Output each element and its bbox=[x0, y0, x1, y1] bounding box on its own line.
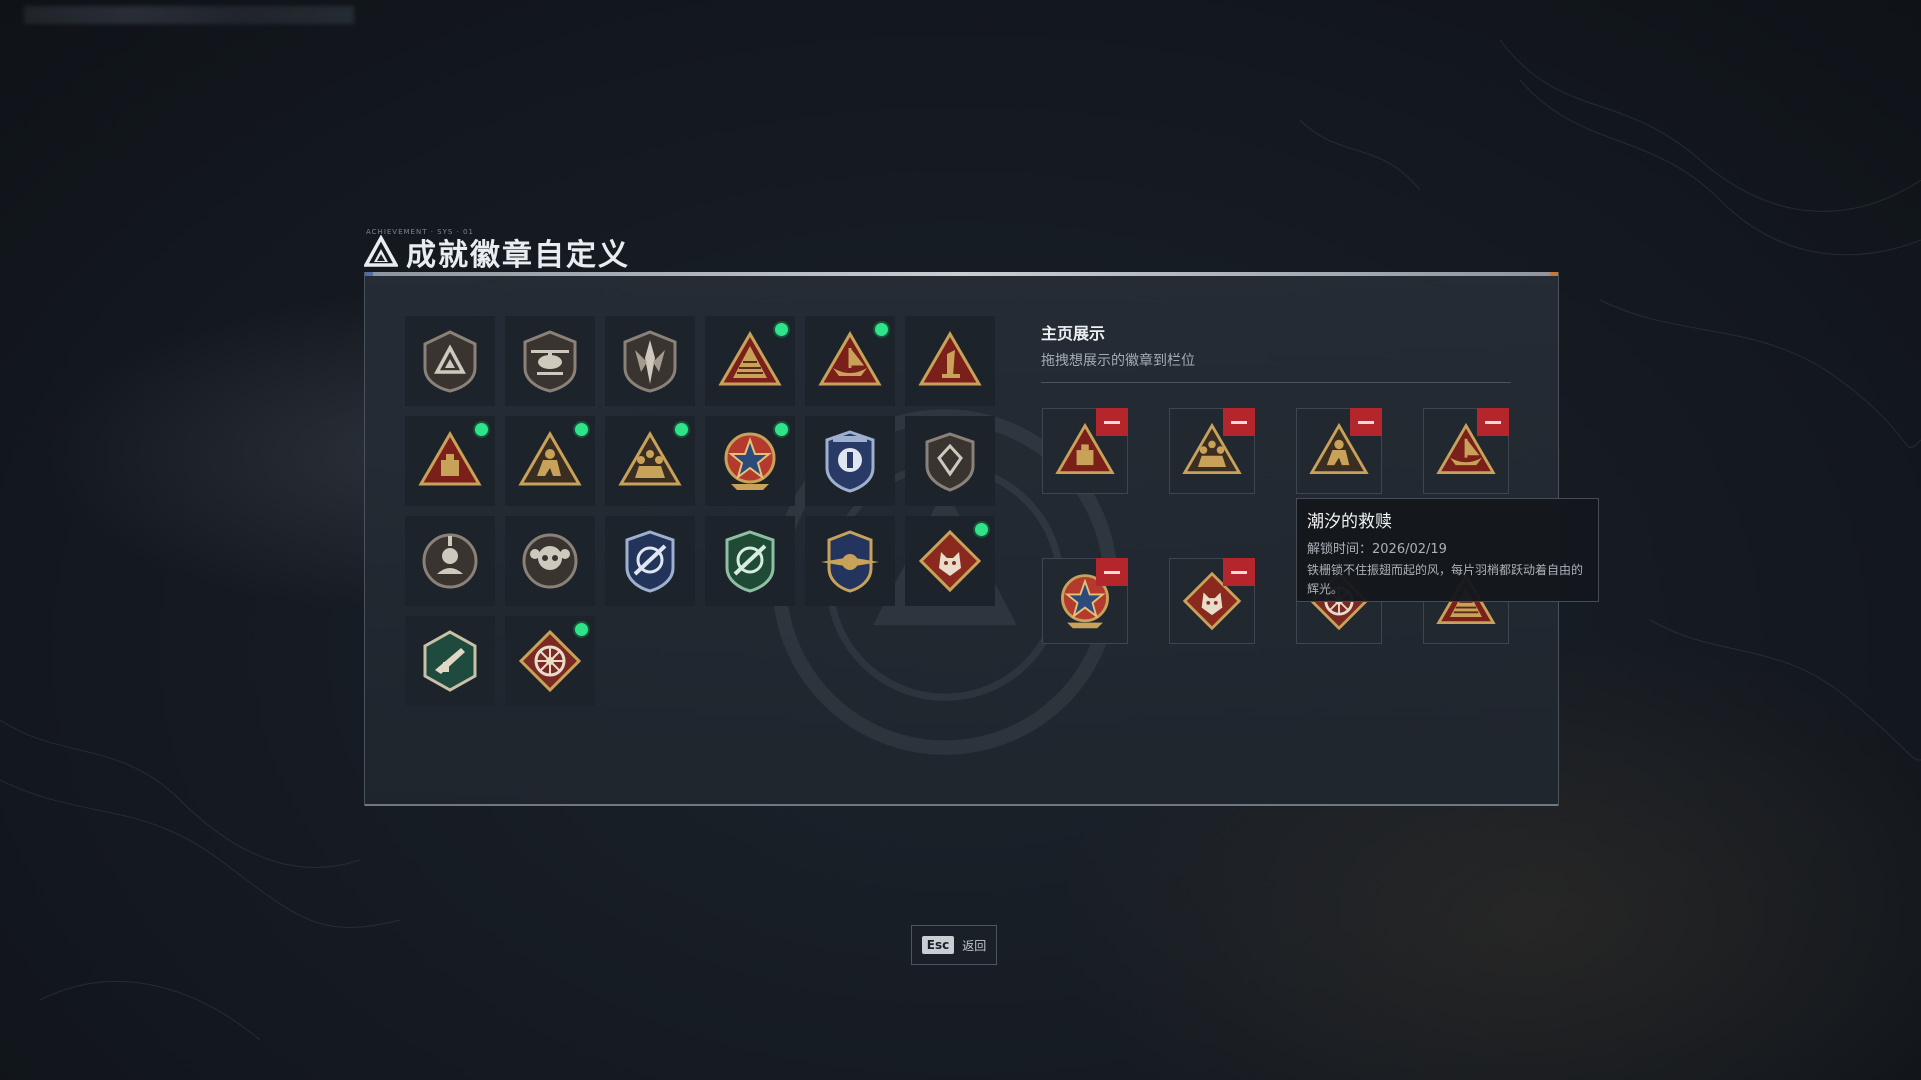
rifle-hexagon-icon bbox=[423, 630, 477, 692]
showcase-divider bbox=[1041, 382, 1511, 383]
minus-icon bbox=[1358, 420, 1374, 424]
green-crosshair-shield-icon bbox=[725, 530, 775, 593]
badge-cell[interactable] bbox=[505, 416, 595, 506]
blue-crest-icon bbox=[825, 430, 875, 493]
wolf-diamond-icon bbox=[918, 529, 982, 593]
remove-slot-button[interactable] bbox=[1477, 408, 1509, 436]
badge-cell[interactable] bbox=[705, 416, 795, 506]
delta-triangle-logo-icon bbox=[364, 235, 398, 267]
new-indicator-dot bbox=[975, 523, 988, 536]
badge-cell[interactable] bbox=[405, 516, 495, 606]
remove-slot-button[interactable] bbox=[1223, 408, 1255, 436]
showcase-slot-5[interactable] bbox=[1042, 558, 1128, 644]
pyramid-gold-icon bbox=[718, 331, 782, 386]
badge-cell[interactable] bbox=[905, 516, 995, 606]
remove-slot-button[interactable] bbox=[1350, 408, 1382, 436]
showcase-slot-2[interactable] bbox=[1169, 408, 1255, 494]
showcase-subtitle: 拖拽想展示的徽章到栏位 bbox=[1041, 353, 1195, 369]
badge-cell[interactable] bbox=[505, 616, 595, 706]
panel-top-bar bbox=[365, 272, 1558, 276]
blurred-header-strip bbox=[24, 6, 354, 24]
badge-cell[interactable] bbox=[805, 516, 895, 606]
badge-cell[interactable] bbox=[605, 316, 695, 406]
skull-round-icon bbox=[522, 533, 578, 589]
remove-slot-button[interactable] bbox=[1223, 558, 1255, 586]
new-indicator-dot bbox=[575, 623, 588, 636]
header-tiny-text: ACHIEVEMENT · SYS · 01 bbox=[366, 228, 474, 236]
remove-slot-button[interactable] bbox=[1096, 408, 1128, 436]
badge-cell[interactable] bbox=[405, 616, 495, 706]
badge-cell[interactable] bbox=[505, 316, 595, 406]
showcase-slot-6[interactable] bbox=[1169, 558, 1255, 644]
page-title: 成就徽章自定义 bbox=[406, 238, 630, 273]
minus-icon bbox=[1104, 420, 1120, 424]
soldier-round-icon bbox=[422, 533, 478, 589]
tooltip-unlock-date: 2026/02/19 bbox=[1372, 542, 1447, 557]
blue-crosshair-shield-icon bbox=[625, 530, 675, 593]
page-header: ACHIEVEMENT · SYS · 01 成就徽章自定义 bbox=[364, 228, 630, 274]
spear-shield-icon bbox=[623, 330, 677, 393]
new-indicator-dot bbox=[475, 423, 488, 436]
helicopter-shield-icon bbox=[523, 330, 577, 393]
shield-triangle-icon bbox=[423, 330, 477, 393]
new-indicator-dot bbox=[875, 323, 888, 336]
gold-wing-shield-icon bbox=[821, 530, 879, 593]
badge-cell[interactable] bbox=[605, 416, 695, 506]
number-one-triangle-icon bbox=[918, 331, 982, 386]
showcase-slot-1[interactable] bbox=[1042, 408, 1128, 494]
esc-key-icon: Esc bbox=[921, 936, 955, 954]
badge-tooltip: 潮汐的救赎 解锁时间：2026/02/19 铁栅锁不住振翅而起的风，每片羽梢都跃… bbox=[1296, 498, 1599, 602]
tooltip-badge-name: 潮汐的救赎 bbox=[1307, 512, 1392, 532]
badge-cell[interactable] bbox=[905, 316, 995, 406]
badge-cell[interactable] bbox=[605, 516, 695, 606]
kneeling-soldier-triangle-icon bbox=[518, 431, 582, 486]
diamond-shield-icon bbox=[925, 432, 975, 492]
badge-cell[interactable] bbox=[705, 316, 795, 406]
wheel-diamond-icon bbox=[518, 629, 582, 693]
showcase-slot-3[interactable] bbox=[1296, 408, 1382, 494]
showcase-slot-4[interactable] bbox=[1423, 408, 1509, 494]
badge-collection-grid bbox=[405, 316, 995, 706]
new-indicator-dot bbox=[675, 423, 688, 436]
badge-cell[interactable] bbox=[905, 416, 995, 506]
star-medal-icon bbox=[724, 432, 776, 490]
back-label: 返回 bbox=[962, 938, 987, 953]
new-indicator-dot bbox=[775, 423, 788, 436]
tooltip-description: 铁栅锁不住振翅而起的风，每片羽梢都跃动着自由的辉光。 bbox=[1307, 563, 1584, 596]
new-indicator-dot bbox=[575, 423, 588, 436]
badge-cell[interactable] bbox=[405, 316, 495, 406]
badge-cell[interactable] bbox=[805, 416, 895, 506]
back-button[interactable]: Esc 返回 bbox=[911, 925, 997, 965]
squad-triangle-icon bbox=[618, 431, 682, 486]
new-indicator-dot bbox=[775, 323, 788, 336]
panel-bottom-line bbox=[365, 804, 1558, 806]
badge-cell[interactable] bbox=[405, 416, 495, 506]
remove-slot-button[interactable] bbox=[1096, 558, 1128, 586]
minus-icon bbox=[1231, 420, 1247, 424]
badge-cell[interactable] bbox=[805, 316, 895, 406]
minus-icon bbox=[1231, 570, 1247, 574]
tooltip-unlock-label: 解锁时间： bbox=[1307, 542, 1373, 557]
ship-triangle-icon bbox=[818, 331, 882, 386]
minus-icon bbox=[1104, 570, 1120, 574]
box-triangle-icon bbox=[418, 431, 482, 486]
badge-cell[interactable] bbox=[505, 516, 595, 606]
badge-cell[interactable] bbox=[705, 516, 795, 606]
minus-icon bbox=[1485, 420, 1501, 424]
homepage-showcase: 主页展示 拖拽想展示的徽章到栏位 bbox=[1041, 320, 1515, 383]
tooltip-unlock-time: 解锁时间：2026/02/19 bbox=[1307, 538, 1588, 557]
showcase-title: 主页展示 bbox=[1041, 324, 1106, 343]
